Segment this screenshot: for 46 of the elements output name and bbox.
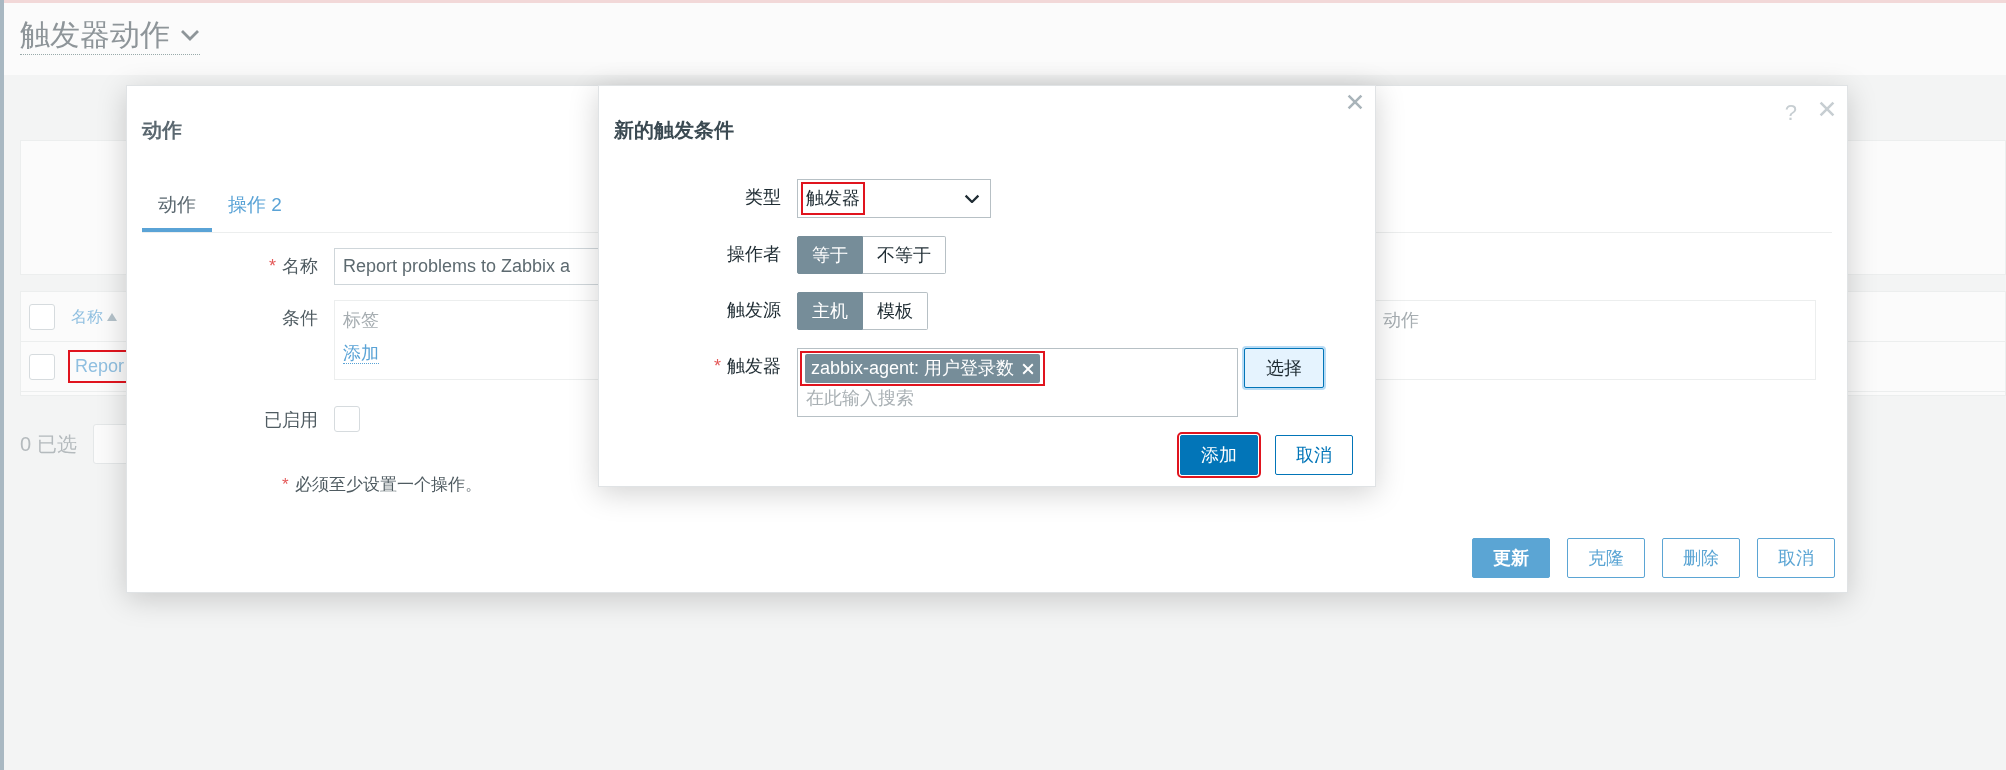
required-mark: *: [714, 356, 721, 376]
page-title[interactable]: 触发器动作: [20, 15, 170, 54]
close-icon[interactable]: [1819, 101, 1835, 117]
dialog-title: 新的触发条件: [614, 118, 734, 143]
selected-count: 0 已选: [20, 432, 77, 457]
field-label: 已启用: [264, 409, 318, 430]
caret-icon: [964, 193, 980, 204]
type-select[interactable]: 触发器: [797, 179, 991, 218]
dialog-title: 动作: [142, 118, 182, 143]
required-note: 必须至少设置一个操作。: [294, 474, 482, 494]
add-link[interactable]: 添加: [343, 342, 379, 364]
dialog-button[interactable]: 取消: [1757, 538, 1835, 578]
required-mark: *: [269, 255, 276, 276]
dropdown-caret-icon: [180, 28, 200, 41]
column-header[interactable]: 名称: [71, 304, 103, 329]
field-label: 名称: [282, 255, 318, 276]
field-label: 触发器: [727, 356, 781, 376]
dialog-button[interactable]: 更新: [1472, 538, 1550, 578]
close-icon[interactable]: [1347, 94, 1363, 110]
dialog-button[interactable]: 添加: [1180, 435, 1258, 475]
dialog-button[interactable]: 克隆: [1567, 538, 1645, 578]
search-field[interactable]: 在此输入搜索: [803, 383, 1223, 414]
tab[interactable]: 动作: [142, 185, 212, 232]
column-header: 动作: [1383, 308, 1419, 332]
selected-tag: zabbix-agent: 用户登录数: [805, 354, 1041, 383]
enabled-checkbox[interactable]: [334, 405, 360, 432]
trigger-multiselect[interactable]: zabbix-agent: 用户登录数 在此输入搜索: [797, 348, 1238, 417]
row-checkbox[interactable]: [29, 353, 55, 380]
column-header: 标签: [343, 308, 379, 332]
field-label: 触发源: [727, 300, 781, 320]
select-all-checkbox[interactable]: [29, 303, 55, 330]
tab[interactable]: 操作 2: [212, 185, 298, 232]
dialog-button[interactable]: 删除: [1662, 538, 1740, 578]
required-mark: *: [282, 474, 289, 494]
select-button[interactable]: 选择: [1244, 348, 1324, 388]
field-label: 类型: [745, 187, 781, 207]
action-link[interactable]: Repor: [71, 353, 129, 380]
segment-button[interactable]: 模板: [863, 292, 928, 330]
dialog-button[interactable]: 取消: [1275, 435, 1353, 475]
field-label: 操作者: [727, 244, 781, 264]
field-label: 条件: [282, 307, 318, 328]
name-field[interactable]: Report problems to Zabbix a: [334, 247, 598, 285]
segment-button[interactable]: 不等于: [863, 236, 946, 274]
remove-icon[interactable]: [1022, 362, 1035, 375]
segment-button[interactable]: 主机: [797, 292, 863, 330]
segment-button[interactable]: 等于: [797, 236, 863, 274]
